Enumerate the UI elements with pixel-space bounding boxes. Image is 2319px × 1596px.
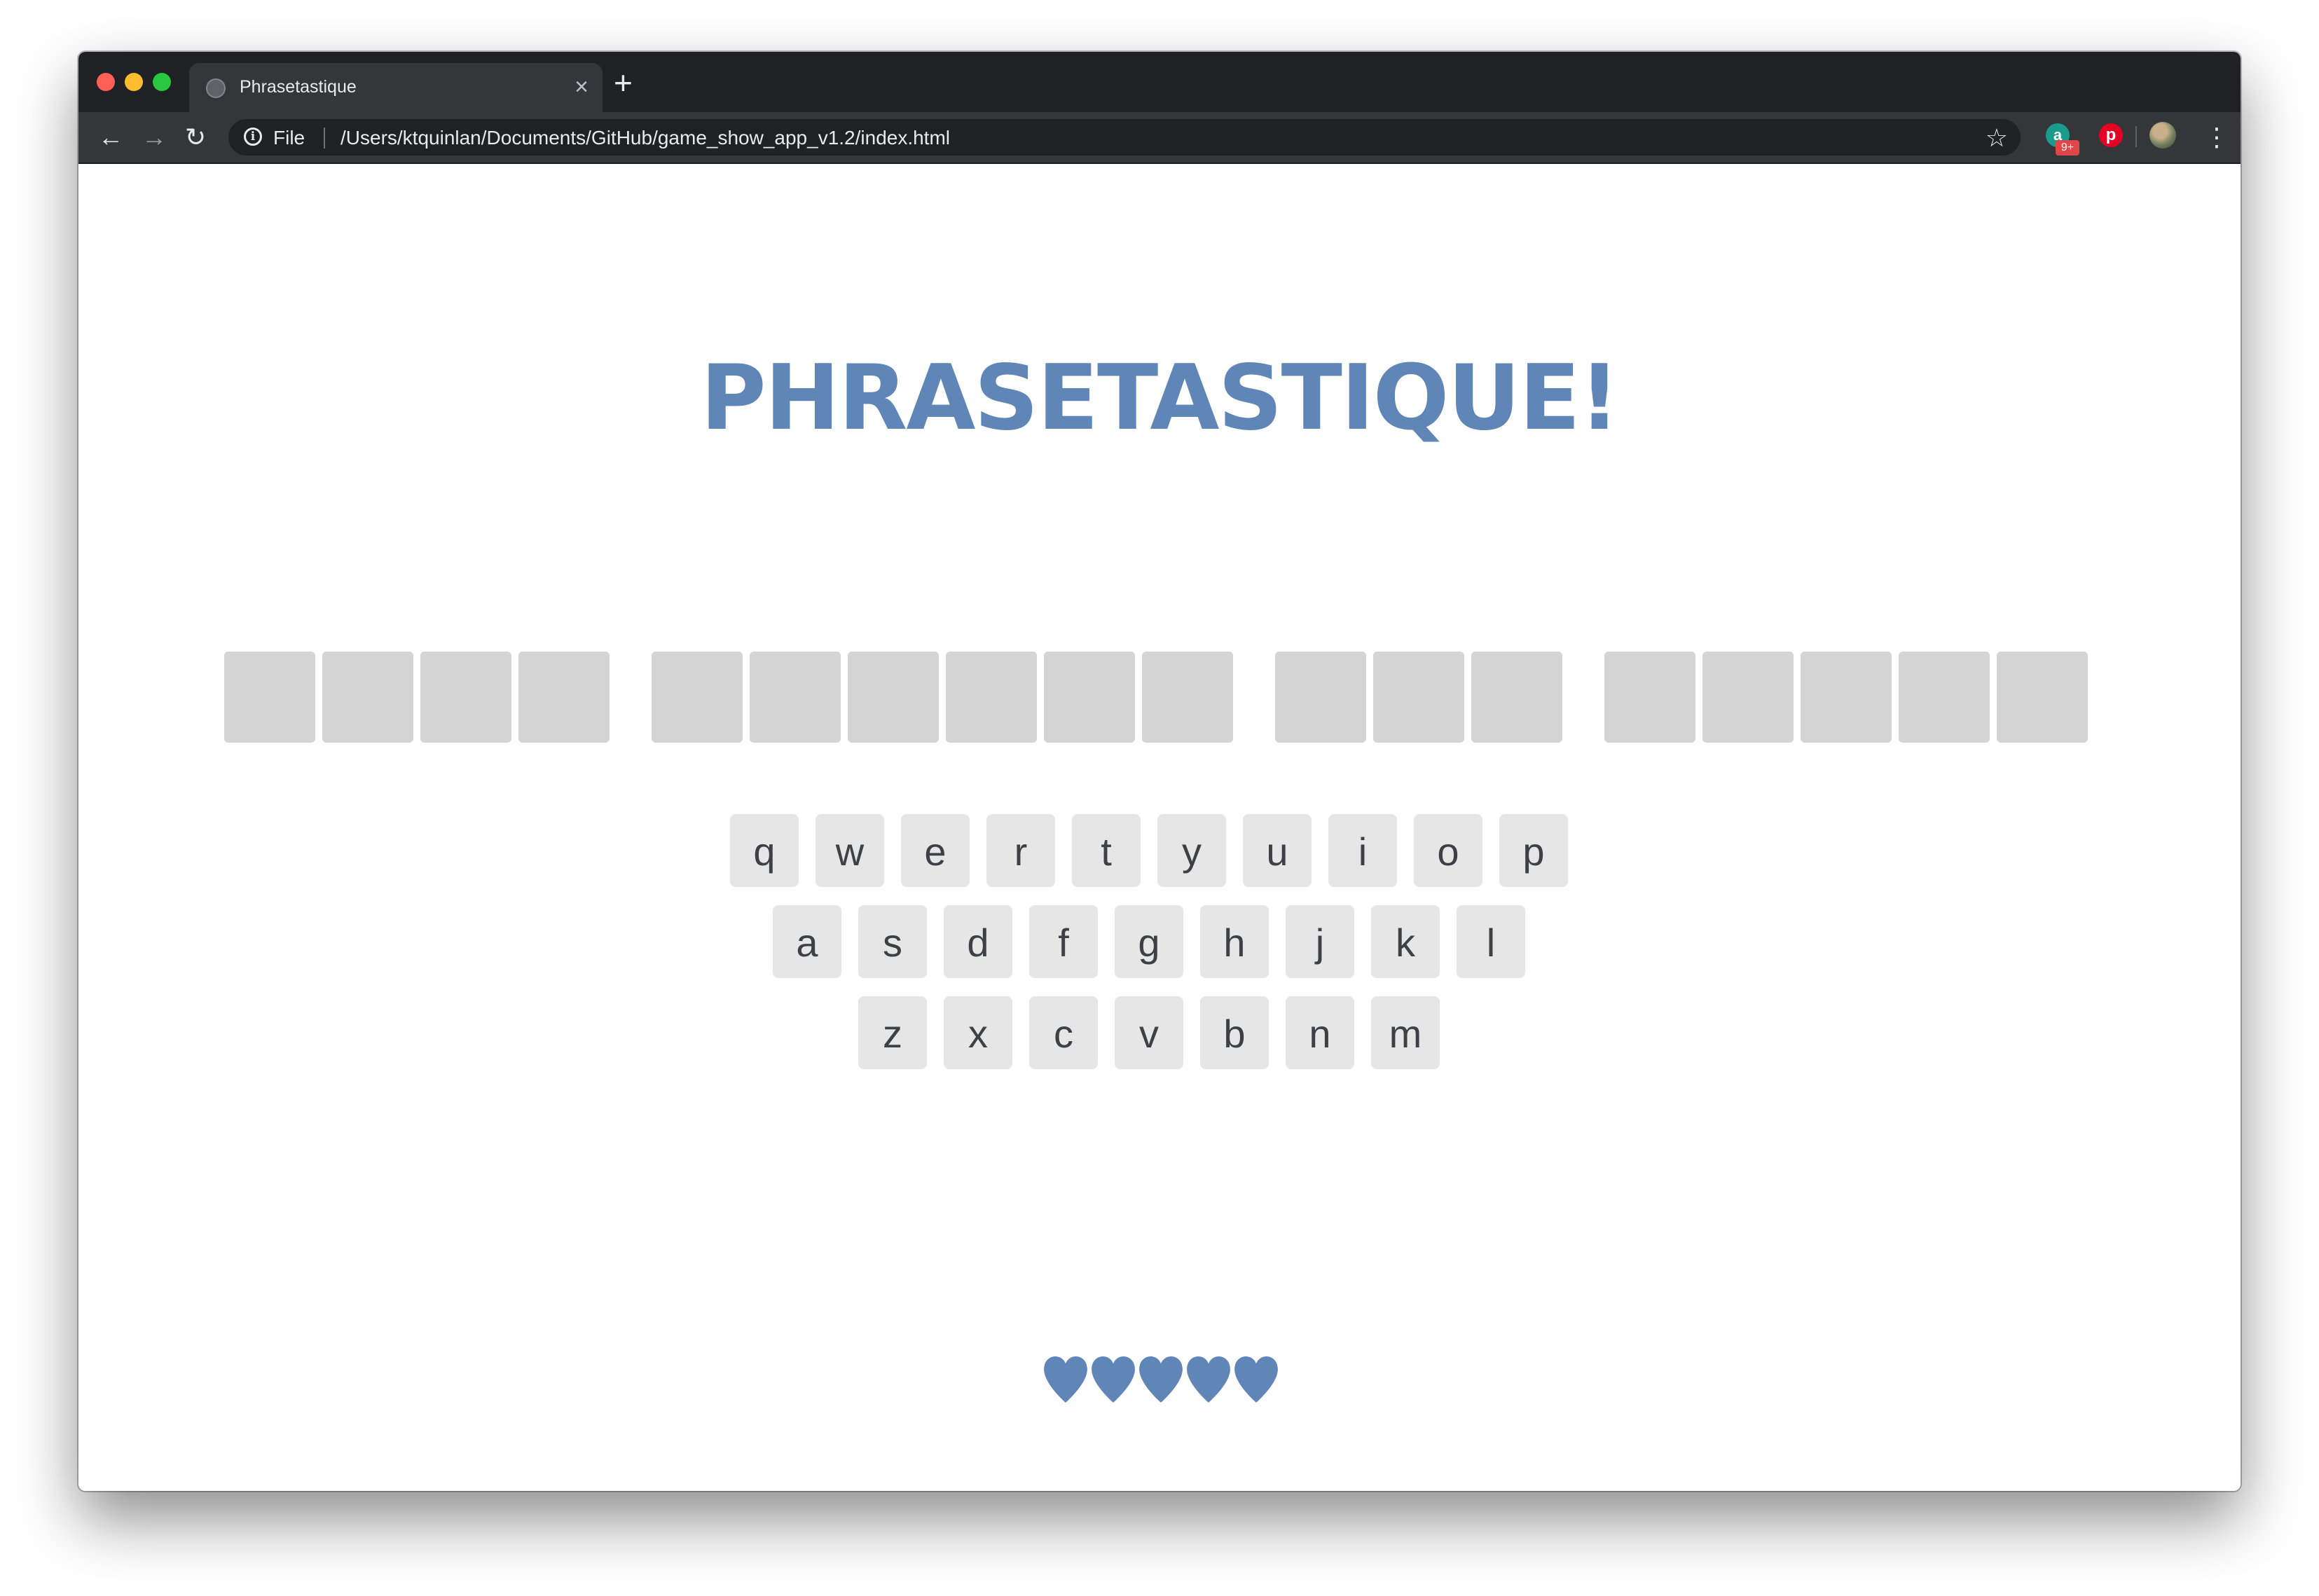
key-w[interactable]: w	[816, 814, 884, 887]
pinterest-extension-icon[interactable]: p	[2099, 123, 2123, 147]
url-text[interactable]: /Users/ktquinlan/Documents/GitHub/game_s…	[340, 127, 950, 149]
new-tab-button[interactable]: +	[614, 66, 633, 99]
heart-icon	[1044, 1356, 1087, 1403]
game-page: PHRASETASTIQUE! qwertyuiop asdfghjkl zxcvb…	[78, 164, 2241, 1491]
address-bar[interactable]: i File /Users/ktquinlan/Documents/GitHub…	[228, 119, 2021, 156]
key-g[interactable]: g	[1115, 905, 1183, 978]
phrase-letter-tile	[1471, 652, 1562, 743]
back-arrow-icon[interactable]: ←	[98, 122, 123, 153]
phrase-letter-tile	[1604, 652, 1695, 743]
profile-avatar[interactable]	[2149, 122, 2176, 149]
phrase-letter-tile	[1801, 652, 1892, 743]
phrase-letter-tile	[848, 652, 939, 743]
key-t[interactable]: t	[1072, 814, 1141, 887]
phrase-letter-tile	[1142, 652, 1233, 743]
key-v[interactable]: v	[1115, 996, 1183, 1069]
toolbar-divider	[2135, 126, 2137, 147]
key-q[interactable]: q	[730, 814, 799, 887]
globe-icon	[206, 78, 226, 98]
key-a[interactable]: a	[773, 905, 841, 978]
phrase-letter-tile	[750, 652, 841, 743]
phrase-letter-tile	[1899, 652, 1990, 743]
heart-icon	[1092, 1356, 1135, 1403]
phrase-letter-tile	[1044, 652, 1135, 743]
phrase-letter-tile	[946, 652, 1037, 743]
close-tab-icon[interactable]: ×	[574, 73, 589, 101]
key-n[interactable]: n	[1286, 996, 1354, 1069]
tab-title: Phrasetastique	[240, 77, 357, 97]
close-window-button[interactable]	[97, 73, 115, 91]
key-h[interactable]: h	[1200, 905, 1269, 978]
key-m[interactable]: m	[1371, 996, 1440, 1069]
phrase-letter-tile	[652, 652, 743, 743]
phrase-letter-tile	[1997, 652, 2088, 743]
heart-icon	[1139, 1356, 1183, 1403]
key-z[interactable]: z	[858, 996, 927, 1069]
tab-strip: Phrasetastique × +	[78, 52, 2241, 112]
page-title: PHRASETASTIQUE!	[700, 346, 1620, 450]
key-u[interactable]: u	[1243, 814, 1312, 887]
key-c[interactable]: c	[1029, 996, 1098, 1069]
url-separator	[324, 128, 325, 149]
key-s[interactable]: s	[858, 905, 927, 978]
url-scheme-label: File	[273, 127, 305, 149]
heart-icon	[1234, 1356, 1278, 1403]
kebab-menu-icon[interactable]: ⋮	[2204, 122, 2229, 153]
key-y[interactable]: y	[1157, 814, 1226, 887]
phrase-letter-tile	[224, 652, 315, 743]
key-r[interactable]: r	[986, 814, 1055, 887]
key-f[interactable]: f	[1029, 905, 1098, 978]
phrase-letter-tile	[1373, 652, 1464, 743]
phrase-letter-tile	[420, 652, 511, 743]
browser-toolbar: ← → ↻ i File /Users/ktquinlan/Documents/…	[78, 112, 2241, 164]
key-o[interactable]: o	[1414, 814, 1482, 887]
reload-icon[interactable]: ↻	[185, 122, 206, 153]
phrase-letter-tile	[1702, 652, 1794, 743]
key-l[interactable]: l	[1457, 905, 1525, 978]
extension-badge: 9+	[2056, 140, 2079, 156]
phrase-letter-tile	[518, 652, 610, 743]
key-i[interactable]: i	[1328, 814, 1397, 887]
zoom-window-button[interactable]	[153, 73, 171, 91]
key-k[interactable]: k	[1371, 905, 1440, 978]
forward-arrow-icon[interactable]: →	[142, 122, 167, 153]
heart-icon	[1187, 1356, 1230, 1403]
key-x[interactable]: x	[944, 996, 1012, 1069]
minimize-window-button[interactable]	[125, 73, 143, 91]
info-icon[interactable]: i	[244, 128, 262, 146]
key-p[interactable]: p	[1499, 814, 1568, 887]
browser-window: Phrasetastique × + ← → ↻ i File /Users/k…	[78, 52, 2241, 1491]
phrase-letter-tile	[322, 652, 413, 743]
phrase-letter-tile	[1275, 652, 1366, 743]
tab-phrasetastique[interactable]: Phrasetastique ×	[189, 63, 603, 112]
star-icon[interactable]: ☆	[1986, 123, 2008, 153]
key-e[interactable]: e	[901, 814, 970, 887]
key-j[interactable]: j	[1286, 905, 1354, 978]
key-b[interactable]: b	[1200, 996, 1269, 1069]
key-d[interactable]: d	[944, 905, 1012, 978]
